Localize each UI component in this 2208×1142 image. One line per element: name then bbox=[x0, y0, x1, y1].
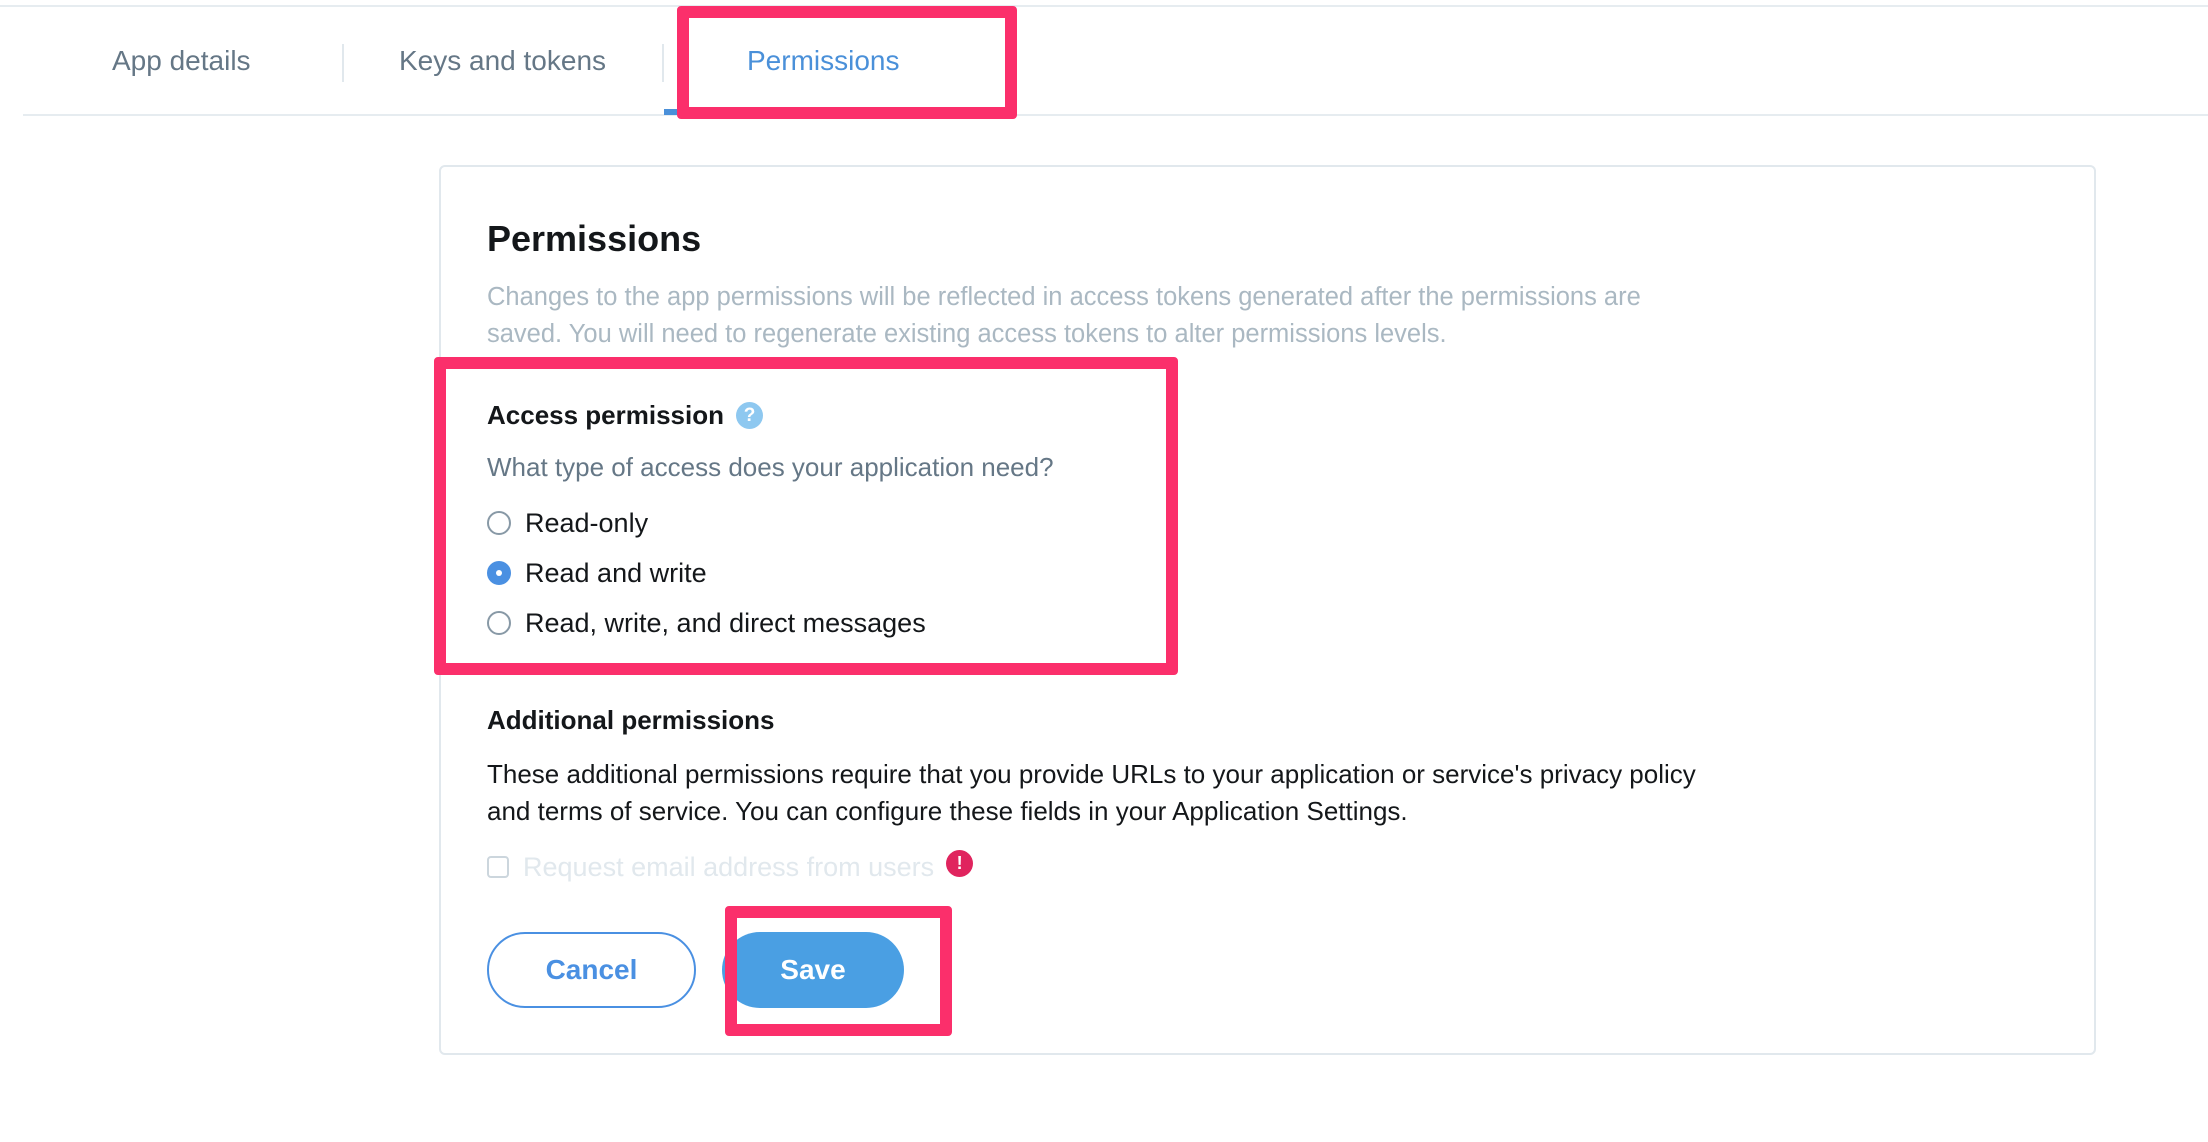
page-title: Permissions bbox=[487, 218, 702, 259]
tab-divider bbox=[342, 44, 344, 82]
page: App details Keys and tokens Permissions … bbox=[0, 0, 2208, 1142]
cancel-button[interactable]: Cancel bbox=[487, 932, 696, 1008]
additional-permissions-description: These additional permissions require tha… bbox=[487, 759, 1696, 826]
tab-label: Keys and tokens bbox=[399, 45, 607, 76]
tab-app-details[interactable]: App details bbox=[112, 8, 251, 114]
highlight-box-access-permission bbox=[434, 357, 1178, 675]
tab-keys-and-tokens[interactable]: Keys and tokens bbox=[399, 8, 606, 114]
additional-permissions-heading: Additional permissions bbox=[487, 705, 775, 735]
request-email-option: Request email address from users ! bbox=[487, 849, 974, 885]
highlight-box-permissions-tab bbox=[677, 6, 1017, 119]
request-email-checkbox[interactable] bbox=[487, 856, 509, 878]
tab-divider bbox=[662, 44, 664, 82]
tab-label: App details bbox=[112, 45, 251, 76]
exclamation-icon[interactable]: ! bbox=[946, 849, 974, 877]
tab-bar: App details Keys and tokens Permissions bbox=[23, 8, 2208, 116]
request-email-label: Request email address from users bbox=[523, 851, 935, 882]
highlight-box-save-button bbox=[725, 906, 952, 1036]
top-divider bbox=[0, 5, 2208, 7]
permissions-intro: Changes to the app permissions will be r… bbox=[487, 283, 1641, 348]
